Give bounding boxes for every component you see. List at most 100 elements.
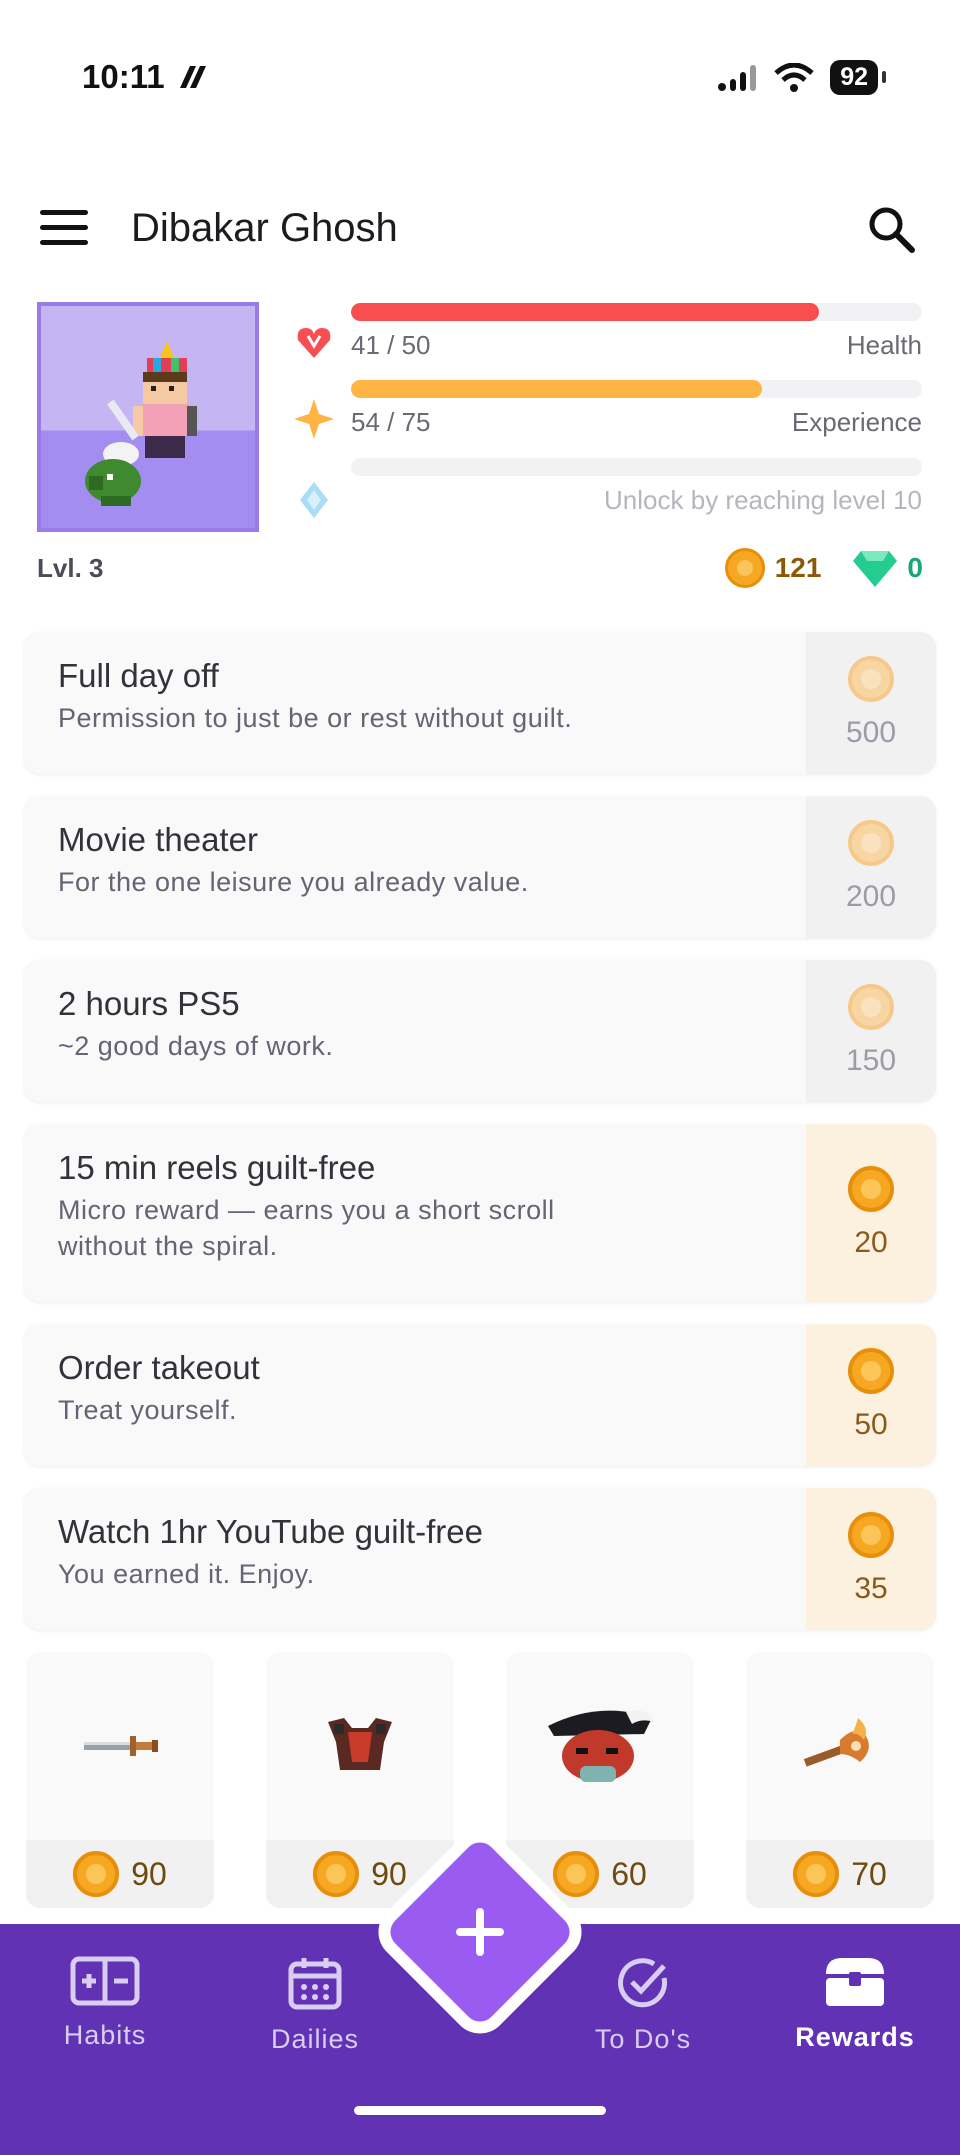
page-title: Dibakar Ghosh <box>131 206 398 250</box>
reward-notes: You earned it. Enjoy. <box>58 1559 315 1589</box>
currency-display: 121 0 <box>724 548 923 588</box>
gold-coin-icon <box>793 1851 840 1897</box>
tab-label: Rewards <box>795 2022 915 2052</box>
reward-buy-button[interactable]: 500 <box>806 632 936 774</box>
signal-icon <box>718 64 757 91</box>
pirate-hat-icon <box>548 1710 654 1782</box>
armor-icon <box>328 1718 392 1770</box>
reward-notes: Treat yourself. <box>58 1395 238 1425</box>
shop-item[interactable]: 90 <box>26 1652 214 1908</box>
gold-coin-icon <box>848 984 894 1030</box>
reward-title: 15 min reels guilt-free <box>58 1149 376 1186</box>
tab-rewards[interactable]: Rewards <box>780 1956 930 2053</box>
screen-record-icon <box>180 66 206 88</box>
reward-item[interactable]: Full day off Permission to just be or re… <box>24 632 936 774</box>
experience-bar-fill <box>351 380 763 398</box>
level-label: Lvl. 3 <box>37 553 104 583</box>
tab-label: To Do's <box>594 2024 692 2054</box>
reward-item[interactable]: Order takeout Treat yourself. 50 <box>24 1324 936 1466</box>
gold-count: 121 <box>774 552 822 583</box>
wifi-icon <box>774 62 814 92</box>
gem-icon <box>853 551 898 587</box>
reward-item[interactable]: Movie theater For the one leisure you al… <box>24 796 936 938</box>
reward-item[interactable]: 15 min reels guilt-free Micro reward — e… <box>24 1124 936 1302</box>
shop-price: 90 <box>371 1855 407 1892</box>
gold-coin-icon <box>313 1851 360 1897</box>
mana-lock-text: Unlock by reaching level 10 <box>604 485 922 515</box>
gold-coin-icon <box>553 1851 600 1897</box>
avatar-sprite <box>85 341 197 506</box>
experience-bar <box>351 380 922 398</box>
reward-price: 50 <box>854 1408 888 1441</box>
reward-title: Watch 1hr YouTube guilt-free <box>58 1513 483 1550</box>
tab-dailies[interactable]: Dailies <box>240 1956 390 2055</box>
health-label: Health <box>846 330 922 360</box>
avatar[interactable] <box>37 302 259 532</box>
reward-title: Order takeout <box>58 1349 260 1386</box>
gold-coin-icon <box>848 1512 894 1558</box>
habits-icon <box>70 1956 140 2006</box>
shop-price-tag: 70 <box>746 1840 934 1908</box>
sword-icon <box>84 1736 158 1756</box>
calendar-icon <box>288 1958 342 2010</box>
reward-notes: ~2 good days of work. <box>58 1031 334 1061</box>
gold-coin-icon <box>73 1851 120 1897</box>
reward-notes: Micro reward — earns you a short scroll … <box>58 1195 555 1261</box>
tab-habits[interactable]: Habits <box>30 1956 180 2051</box>
reward-buy-button[interactable]: 20 <box>806 1124 936 1302</box>
reward-buy-button[interactable]: 150 <box>806 960 936 1102</box>
mana-bar <box>351 458 922 476</box>
reward-price: 150 <box>845 1044 897 1077</box>
reward-price: 20 <box>854 1226 888 1259</box>
reward-item[interactable]: 2 hours PS5 ~2 good days of work. 150 <box>24 960 936 1102</box>
star-icon <box>294 399 334 439</box>
shop-item[interactable]: 90 <box>266 1652 454 1908</box>
plus-icon <box>456 1908 504 1956</box>
reward-price: 500 <box>845 716 897 749</box>
reward-notes: Permission to just be or rest without gu… <box>58 703 573 733</box>
gem-count: 0 <box>907 552 923 583</box>
shop-price: 70 <box>851 1855 887 1892</box>
tab-label: Habits <box>63 2020 147 2050</box>
reward-list: Full day off Permission to just be or re… <box>24 632 936 1652</box>
shop-item[interactable]: 60 <box>506 1652 694 1908</box>
reward-notes: For the one leisure you already value. <box>58 867 529 897</box>
reward-price: 35 <box>854 1572 888 1605</box>
tab-todos[interactable]: To Do's <box>568 1956 718 2055</box>
experience-value: 54 / 75 <box>351 407 431 437</box>
reward-price: 200 <box>845 880 897 913</box>
status-time: 10:11 <box>82 58 165 95</box>
reward-buy-button[interactable]: 35 <box>806 1488 936 1630</box>
reward-title: Full day off <box>58 657 219 694</box>
battery-icon: 92 <box>830 60 886 95</box>
shop-price: 60 <box>611 1855 647 1892</box>
shop-price-tag: 90 <box>26 1840 214 1908</box>
heart-icon <box>297 328 331 358</box>
gold-coin-icon <box>848 656 894 702</box>
app-header: Dibakar Ghosh <box>0 190 960 270</box>
check-circle-icon <box>618 1958 668 2008</box>
gold-coin-icon <box>848 1166 894 1212</box>
treasure-chest-icon <box>826 1958 884 2006</box>
reward-title: Movie theater <box>58 821 258 858</box>
experience-label: Experience <box>791 407 922 437</box>
shop-item[interactable]: 70 <box>746 1652 934 1908</box>
health-value: 41 / 50 <box>351 330 431 360</box>
gold-coin-icon <box>848 820 894 866</box>
tab-label: Dailies <box>270 2024 360 2054</box>
search-icon[interactable] <box>864 202 920 258</box>
flame-axe-icon <box>803 1718 869 1767</box>
shop-price: 90 <box>131 1855 167 1892</box>
reward-title: 2 hours PS5 <box>58 985 240 1022</box>
health-bar-fill <box>351 303 820 321</box>
health-bar <box>351 303 922 321</box>
reward-buy-button[interactable]: 200 <box>806 796 936 938</box>
gold-coin-icon <box>848 1348 894 1394</box>
reward-buy-button[interactable]: 50 <box>806 1324 936 1466</box>
reward-item[interactable]: Watch 1hr YouTube guilt-free You earned … <box>24 1488 936 1630</box>
status-bar: 10:11 92 <box>0 0 960 160</box>
menu-icon[interactable] <box>40 210 88 250</box>
gold-coin-icon <box>724 548 765 588</box>
mana-drop-icon <box>300 482 328 518</box>
home-indicator <box>354 2106 606 2115</box>
